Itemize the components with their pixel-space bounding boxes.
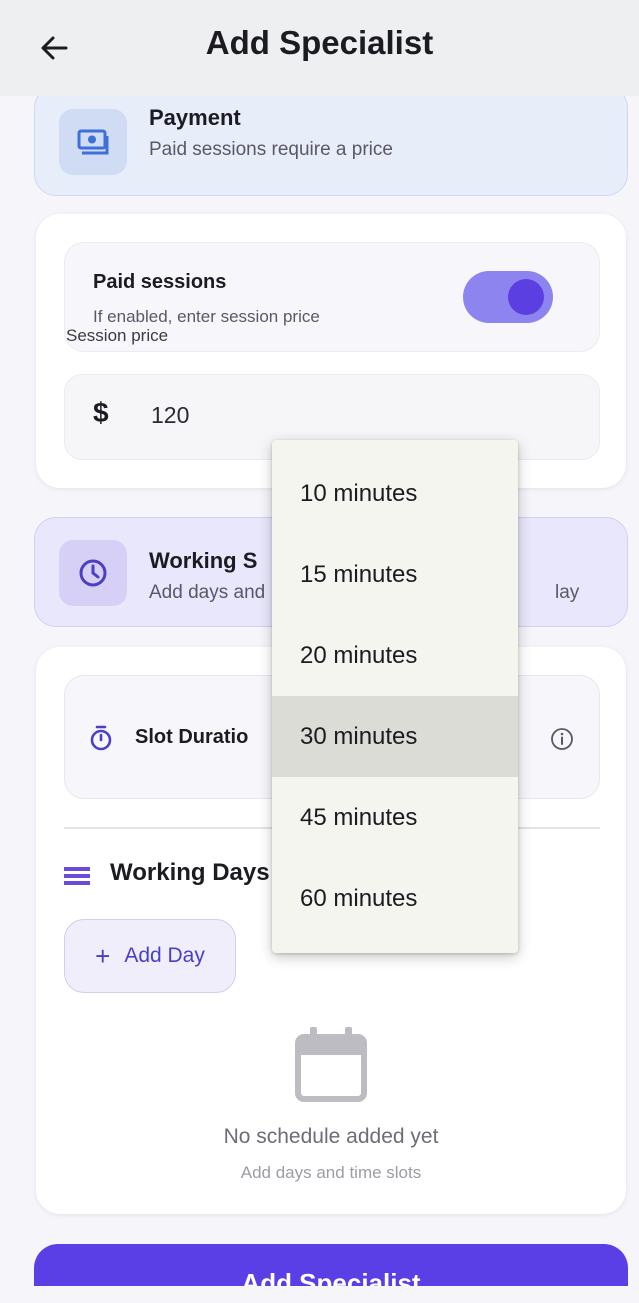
schedule-subtitle-tail: lay [555, 582, 580, 603]
schedule-subtitle: Add days and [149, 582, 266, 603]
menu-option[interactable]: 45 minutes [272, 777, 518, 858]
payment-section-header: Payment Paid sessions require a price [34, 96, 628, 196]
slot-duration-label: Slot Duratio [135, 726, 249, 748]
paid-sessions-toggle[interactable] [463, 271, 553, 323]
payment-subtitle: Paid sessions require a price [149, 139, 393, 160]
paid-sessions-title: Paid sessions [93, 271, 227, 293]
toggle-thumb [508, 279, 544, 315]
dollar-icon: $ [93, 397, 109, 428]
page-title: Add Specialist [205, 24, 434, 61]
clock-icon [59, 540, 127, 606]
stopwatch-icon [90, 725, 112, 751]
session-price-value[interactable]: 120 [151, 402, 189, 429]
working-days-title: Working Days [110, 859, 270, 886]
app-bar: Add Specialist [0, 0, 639, 96]
slot-duration-menu: 10 minutes 15 minutes 20 minutes 30 minutes… [272, 440, 518, 953]
cash-icon [59, 109, 127, 175]
schedule-title: Working S [149, 548, 258, 573]
list-icon [64, 867, 90, 885]
paid-sessions-subtitle: If enabled, enter session price [93, 307, 320, 326]
menu-option[interactable]: 10 minutes [272, 453, 518, 534]
menu-option[interactable]: 60 minutes [272, 858, 518, 939]
empty-state-subtitle: Add days and time slots [240, 1163, 422, 1182]
menu-option[interactable]: 20 minutes [272, 615, 518, 696]
empty-state-title: No schedule added yet [223, 1125, 439, 1148]
menu-option[interactable]: 15 minutes [272, 534, 518, 615]
menu-option[interactable]: 30 minutes [272, 696, 518, 777]
calendar-icon [295, 1027, 367, 1102]
payment-title: Payment [149, 105, 241, 130]
add-day-button[interactable]: + Add Day [64, 919, 236, 993]
session-price-label: Session price [66, 326, 169, 345]
plus-icon: + [95, 940, 111, 971]
add-specialist-button[interactable]: Add Specialist [34, 1244, 628, 1286]
info-icon[interactable] [549, 726, 575, 752]
add-day-label: Add Day [124, 944, 205, 967]
